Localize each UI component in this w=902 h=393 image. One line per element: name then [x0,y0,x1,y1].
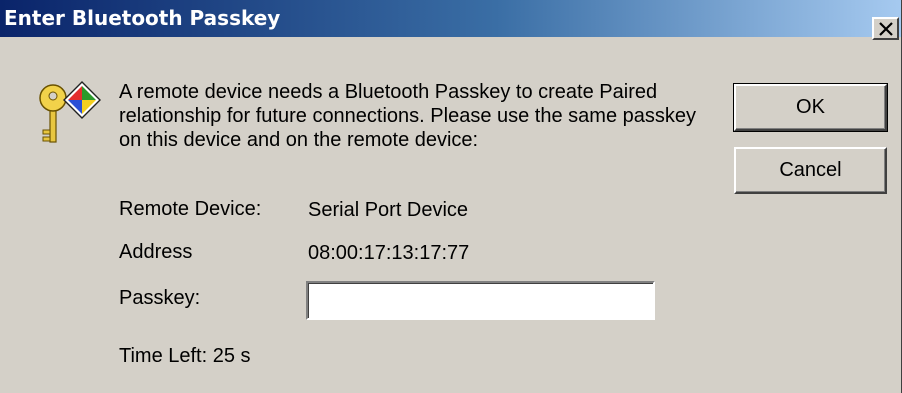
keys-icon [30,80,102,157]
passkey-label: Passkey: [119,287,201,309]
close-icon [879,22,893,36]
time-left-text: Time Left: 25 s [119,345,251,367]
address-label: Address [119,241,193,263]
remote-device-value: Serial Port Device [308,199,469,221]
close-button[interactable] [872,17,899,40]
window-title: Enter Bluetooth Passkey [4,6,281,30]
cancel-button[interactable]: Cancel [734,147,887,194]
passkey-input[interactable] [306,281,655,320]
instruction-text: A remote device needs a Bluetooth Passke… [119,81,696,151]
passkey-dialog: Enter Bluetooth Passkey A remote device … [0,0,902,393]
ok-button[interactable]: OK [733,83,888,132]
remote-device-label: Remote Device: [119,198,262,220]
address-value: 08:00:17:13:17:77 [308,242,470,264]
title-bar[interactable]: Enter Bluetooth Passkey [0,0,901,37]
